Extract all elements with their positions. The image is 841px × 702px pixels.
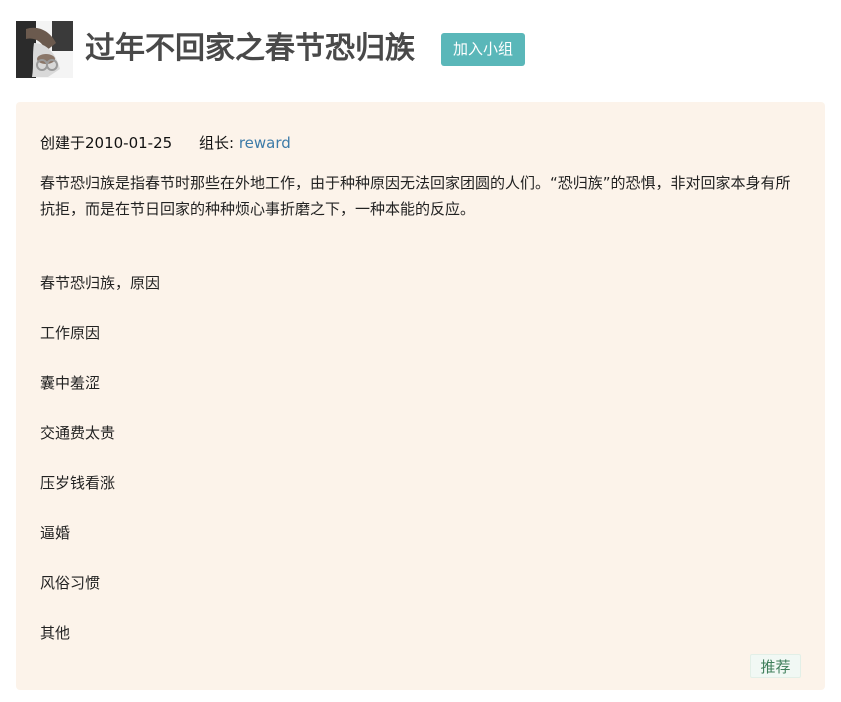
list-item: 工作原因 bbox=[40, 324, 101, 342]
list-item: 压岁钱看涨 bbox=[40, 474, 116, 492]
list-item: 交通费太贵 bbox=[40, 424, 116, 442]
group-description: 春节恐归族是指春节时那些在外地工作，由于种种原因无法回家团圆的人们。“恐归族”的… bbox=[40, 174, 791, 218]
owner-link[interactable]: reward bbox=[239, 134, 291, 152]
reason-list: 春节恐归族，原因 工作原因 囊中羞涩 交通费太贵 压岁钱看涨 逼婚 风俗习惯 其… bbox=[40, 272, 160, 672]
group-title: 过年不回家之春节恐归族 bbox=[85, 31, 415, 66]
created-date: 创建于2010-01-25 bbox=[40, 134, 173, 152]
group-header: 过年不回家之春节恐归族 加入小组 bbox=[16, 20, 526, 78]
owner-label: 组长: bbox=[198, 134, 235, 152]
group-meta: 创建于2010-01-25 组长: reward bbox=[40, 132, 291, 153]
join-group-button[interactable]: 加入小组 bbox=[441, 32, 526, 66]
list-item: 逼婚 bbox=[40, 524, 71, 542]
group-avatar-icon[interactable] bbox=[16, 20, 73, 78]
list-item: 其他 bbox=[40, 624, 71, 642]
list-item: 春节恐归族，原因 bbox=[40, 274, 161, 292]
group-info-card: 创建于2010-01-25 组长: reward 春节恐归族是指春节时那些在外地… bbox=[16, 102, 825, 690]
list-item: 囊中羞涩 bbox=[40, 374, 101, 392]
recommend-button[interactable]: 推荐 bbox=[750, 654, 801, 678]
list-item: 风俗习惯 bbox=[40, 574, 101, 592]
